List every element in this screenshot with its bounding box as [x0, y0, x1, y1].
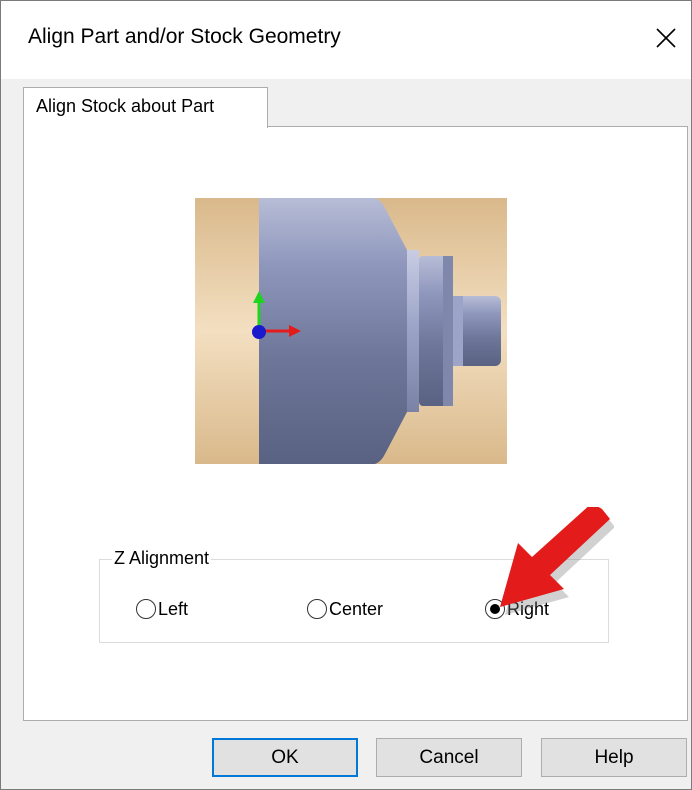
radio-right-indicator[interactable]	[485, 599, 505, 619]
radio-left[interactable]: Left	[136, 597, 188, 621]
radio-center-indicator[interactable]	[307, 599, 327, 619]
radio-right-label[interactable]: Right	[507, 599, 549, 620]
cancel-button[interactable]: Cancel	[376, 738, 522, 777]
radio-left-label[interactable]: Left	[158, 599, 188, 620]
help-button[interactable]: Help	[541, 738, 687, 777]
radio-center-label[interactable]: Center	[329, 599, 383, 620]
window-title: Align Part and/or Stock Geometry	[28, 25, 341, 48]
tab-align-stock-about-part[interactable]: Align Stock about Part	[23, 87, 268, 128]
radio-right[interactable]: Right	[485, 597, 549, 621]
radio-center[interactable]: Center	[307, 597, 383, 621]
tab-panel: Z Alignment Left Center Right	[23, 126, 688, 721]
title-bar: Align Part and/or Stock Geometry	[1, 1, 691, 79]
align-geometry-dialog: Align Part and/or Stock Geometry Align S…	[0, 0, 692, 790]
ok-button[interactable]: OK	[212, 738, 358, 777]
tab-label: Align Stock about Part	[36, 96, 215, 116]
z-alignment-label: Z Alignment	[112, 548, 212, 569]
z-alignment-group: Z Alignment Left Center Right	[99, 548, 609, 643]
close-icon	[656, 28, 676, 48]
lathe-part-preview-image	[195, 198, 507, 464]
close-button[interactable]	[641, 13, 691, 63]
radio-left-indicator[interactable]	[136, 599, 156, 619]
